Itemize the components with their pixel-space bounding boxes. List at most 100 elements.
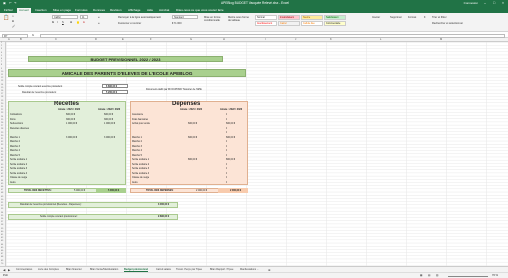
format-cells-button[interactable]: Format xyxy=(408,16,416,19)
column-header[interactable]: B xyxy=(20,38,22,41)
font-size-select[interactable]: 11 xyxy=(80,15,88,19)
sheet-tab[interactable]: Bilan financier xyxy=(66,268,82,271)
tab-formules[interactable]: Formules xyxy=(73,8,90,12)
row-header[interactable]: 59 xyxy=(1,228,3,230)
row-header[interactable]: 13 xyxy=(1,80,3,82)
row-value-y2[interactable]: 0 xyxy=(226,172,227,175)
row-value-y2[interactable]: 600,00 € xyxy=(226,136,235,139)
insert-cells-button[interactable]: Insérer xyxy=(372,16,380,19)
column-header[interactable]: H xyxy=(223,38,225,41)
row-value-y1[interactable]: 600,00 € xyxy=(66,113,75,116)
row-header[interactable]: 36 xyxy=(1,154,3,156)
row-header[interactable]: 6 xyxy=(1,58,2,60)
row-header[interactable]: 9 xyxy=(1,68,2,70)
fill-color-icon[interactable]: ▆ xyxy=(77,21,79,24)
row-header[interactable]: 4 xyxy=(1,52,2,54)
undo-icon[interactable]: ↶ xyxy=(9,1,12,5)
row-header[interactable]: 18 xyxy=(1,96,3,98)
column-header[interactable]: F xyxy=(150,38,152,41)
style-neutre[interactable]: Neutre xyxy=(301,15,323,20)
redo-icon[interactable]: ↷ xyxy=(14,1,17,5)
copy-icon[interactable]: ⧉ xyxy=(12,20,14,23)
row-value-y2[interactable]: 0 xyxy=(226,145,227,148)
sheet-tab[interactable]: Bilan Rapport / Tipee xyxy=(210,268,233,271)
row-header[interactable]: 53 xyxy=(1,208,3,210)
row-header[interactable]: 34 xyxy=(1,148,3,150)
fx-icon[interactable]: fx xyxy=(32,34,34,37)
row-value-y2[interactable]: 600,00 € xyxy=(226,122,235,125)
row-header[interactable]: 22 xyxy=(1,109,3,111)
underline-button[interactable]: S xyxy=(62,21,64,24)
row-header[interactable]: 38 xyxy=(1,160,3,162)
delete-cells-button[interactable]: Supprimer xyxy=(390,16,402,19)
row-header[interactable]: 27 xyxy=(1,125,3,127)
row-header[interactable]: 40 xyxy=(1,167,3,169)
row-value-y2[interactable]: 0 xyxy=(226,167,227,170)
row-header[interactable]: 46 xyxy=(1,186,3,188)
row-value-y2[interactable]: 0 xyxy=(226,140,227,143)
row-header[interactable]: 67 xyxy=(1,253,3,255)
solde-value[interactable]: 6 890,00 € xyxy=(106,85,117,88)
style-commentaire[interactable]: Commentaire xyxy=(324,21,346,26)
row-header[interactable]: 47 xyxy=(1,189,3,191)
tab-affichage[interactable]: Affichage xyxy=(126,8,142,12)
row-header[interactable]: 62 xyxy=(1,237,3,239)
total-depenses-v2[interactable]: 2 000,00 € xyxy=(230,189,241,192)
row-value-y1[interactable]: 600,00 € xyxy=(188,136,197,139)
row-value-y2[interactable]: 0 xyxy=(226,154,227,157)
column-header[interactable]: K xyxy=(330,38,332,41)
row-value-y1[interactable]: 1 000,00 € xyxy=(66,122,77,125)
font-color-icon[interactable]: A xyxy=(83,21,85,24)
row-header[interactable]: 57 xyxy=(1,221,3,223)
row-header[interactable]: 50 xyxy=(1,199,3,201)
row-header[interactable]: 61 xyxy=(1,234,3,236)
row-value-y2[interactable]: 300,00 € xyxy=(104,118,113,121)
row-header[interactable]: 15 xyxy=(1,87,3,89)
row-value-y2[interactable]: 0 xyxy=(226,118,227,121)
style-insatisfaisant[interactable]: Insatisfaisant xyxy=(278,15,300,20)
row-header[interactable]: 41 xyxy=(1,170,3,172)
row-header[interactable]: 28 xyxy=(1,128,3,130)
italic-button[interactable]: I xyxy=(57,21,58,24)
tab-acrobat[interactable]: Acrobat xyxy=(157,8,171,12)
column-header[interactable]: M xyxy=(440,38,442,41)
total-recettes-v2[interactable]: 5 000,00 € xyxy=(108,189,119,192)
align-left-icon[interactable]: ≡ xyxy=(98,22,100,25)
row-header[interactable]: 60 xyxy=(1,231,3,233)
row-header[interactable]: 69 xyxy=(1,260,3,262)
sort-filter-button[interactable]: Trier et filtrer xyxy=(432,16,447,19)
row-header[interactable]: 32 xyxy=(1,141,3,143)
tab-insertion[interactable]: Insertion xyxy=(33,8,49,12)
row-header[interactable]: 5 xyxy=(1,55,2,57)
row-header[interactable]: 20 xyxy=(1,103,3,105)
find-select-button[interactable]: Rechercher et sélectionner xyxy=(432,22,463,25)
row-value-y2[interactable]: 0 xyxy=(226,113,227,116)
sheet-tab[interactable]: Trésor. Perçu par Tipee xyxy=(176,268,202,271)
row-header[interactable]: 68 xyxy=(1,256,3,258)
row-header[interactable]: 33 xyxy=(1,144,3,146)
row-header[interactable]: 63 xyxy=(1,240,3,242)
row-header[interactable]: 52 xyxy=(1,205,3,207)
row-header[interactable]: 16 xyxy=(1,90,3,92)
row-header[interactable]: 70 xyxy=(1,263,3,265)
row-value-y2[interactable]: 0 xyxy=(226,163,227,166)
row-value-y2[interactable]: 600,00 € xyxy=(104,113,113,116)
cut-icon[interactable]: ✂ xyxy=(12,15,14,18)
budget-title[interactable]: BUDGET PREVISIONNEL 2022 / 2023 xyxy=(28,56,223,62)
row-value-y2[interactable]: 800,00 € xyxy=(226,158,235,161)
maximize-icon[interactable]: □ xyxy=(493,1,495,5)
row-header[interactable]: 25 xyxy=(1,119,3,121)
row-header[interactable]: 17 xyxy=(1,93,3,95)
association-banner[interactable]: AMICALE DES PARENTS D'ELEVES DE L'ECOLE … xyxy=(8,69,246,77)
formula-input[interactable] xyxy=(40,33,505,38)
row-header[interactable]: 35 xyxy=(1,151,3,153)
user-signin[interactable]: Connexion xyxy=(464,1,478,5)
row-value-y2[interactable]: 0 xyxy=(226,176,227,179)
style-cellule-liee[interactable]: Cellule liée xyxy=(301,21,323,26)
row-header[interactable]: 48 xyxy=(1,192,3,194)
row-header[interactable]: 37 xyxy=(1,157,3,159)
tab-revision[interactable]: Révision xyxy=(108,8,124,12)
paste-icon[interactable]: 📋 xyxy=(3,15,9,21)
column-header[interactable]: L xyxy=(380,38,381,41)
row-header[interactable]: 54 xyxy=(1,212,3,214)
